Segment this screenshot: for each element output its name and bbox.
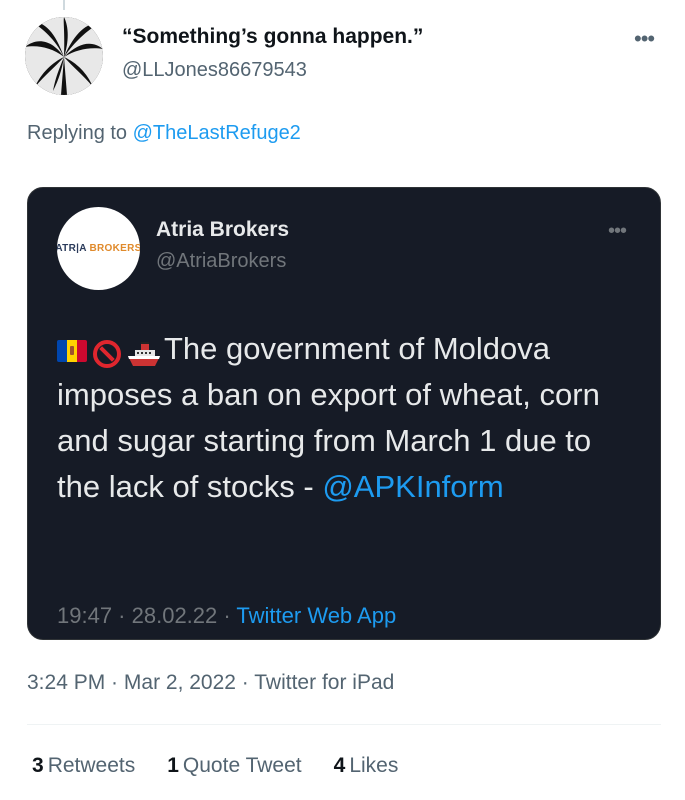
tweet-date[interactable]: Mar 2, 2022: [124, 671, 236, 694]
quoted-tweet-text: The government of Moldova imposes a ban …: [57, 326, 642, 510]
author-handle[interactable]: @LLJones86679543: [122, 59, 307, 82]
tweet-source[interactable]: Twitter for iPad: [254, 671, 394, 694]
atria-brokers-logo: ATR|A BROKERS: [57, 243, 140, 254]
quoted-date: 28.02.22: [131, 603, 218, 628]
likes-label: Likes: [349, 754, 399, 777]
quotes-label: Quote Tweet: [182, 754, 302, 777]
retweets-label: Retweets: [47, 754, 136, 777]
replying-to: Replying to @TheLastRefuge2: [27, 122, 301, 145]
quoted-author-handle[interactable]: @AtriaBrokers: [156, 250, 286, 273]
engagement-stats: 3 Retweets 1 Quote Tweet 4 Likes: [32, 754, 398, 778]
quoted-tweet-meta: 19:47 · 28.02.22 · Twitter Web App: [57, 603, 397, 628]
quoted-time: 19:47: [57, 603, 113, 628]
quotes-count: 1: [167, 754, 179, 777]
thread-connector-line: [63, 0, 65, 10]
quoted-author-avatar[interactable]: ATR|A BROKERS: [57, 207, 140, 290]
quoted-tweet-card[interactable]: ATR|A BROKERS Atria Brokers @AtriaBroker…: [27, 187, 661, 640]
quoted-source-link[interactable]: Twitter Web App: [236, 603, 396, 628]
ship-icon: [128, 342, 160, 366]
no-entry-icon: [93, 340, 121, 368]
tweet-meta: 3:24 PM · Mar 2, 2022 · Twitter for iPad: [27, 671, 395, 694]
replying-prefix: Replying to: [27, 122, 128, 144]
more-options-icon[interactable]: •••: [634, 26, 655, 52]
likes-count: 4: [333, 754, 346, 777]
emoji-group: [57, 340, 161, 368]
divider: [27, 724, 661, 725]
likes-stat[interactable]: 4 Likes: [334, 754, 399, 778]
apkinform-mention-link[interactable]: @APKInform: [322, 469, 503, 504]
replying-mention-link[interactable]: @TheLastRefuge2: [133, 122, 301, 144]
retweets-stat[interactable]: 3 Retweets: [32, 754, 135, 778]
author-display-name[interactable]: “Something’s gonna happen.”: [122, 25, 423, 49]
tweet-time[interactable]: 3:24 PM: [27, 671, 105, 694]
author-avatar[interactable]: [25, 17, 103, 95]
quote-tweets-stat[interactable]: 1 Quote Tweet: [167, 754, 301, 778]
palm-tree-avatar-image: [25, 17, 103, 95]
retweets-count: 3: [32, 754, 44, 777]
quoted-author-name[interactable]: Atria Brokers: [156, 218, 289, 242]
quoted-more-options-icon[interactable]: •••: [608, 220, 627, 243]
moldova-flag-icon: [57, 340, 87, 362]
